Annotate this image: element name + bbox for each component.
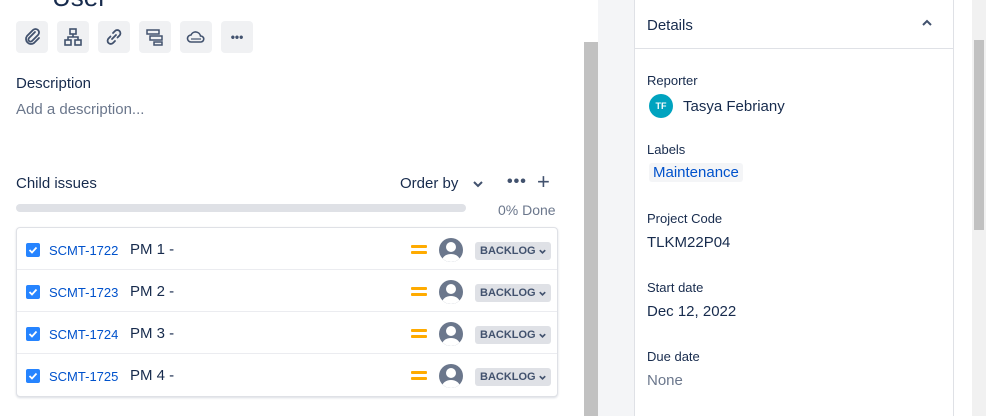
status-label: BACKLOG: [480, 287, 536, 299]
cloud-button[interactable]: [180, 21, 212, 53]
progress-text: 0% Done: [498, 202, 556, 218]
issue-summary[interactable]: PM 1 -: [130, 241, 174, 258]
roadmap-icon: [146, 29, 163, 46]
priority-medium-icon: [411, 287, 427, 299]
status-dropdown[interactable]: BACKLOG: [475, 284, 551, 302]
hierarchy-icon: [64, 28, 82, 46]
add-child-issue-button[interactable]: [57, 21, 89, 53]
reporter-label: Reporter: [647, 73, 698, 88]
assignee-avatar[interactable]: [439, 238, 463, 262]
attach-button[interactable]: [16, 21, 48, 53]
child-issues-label: Child issues: [16, 175, 97, 192]
issue-key-link[interactable]: SCMT-1724: [49, 327, 118, 342]
chevron-up-icon[interactable]: [921, 17, 933, 29]
chevron-down-icon: [538, 333, 546, 338]
order-by-dropdown[interactable]: Order by: [400, 175, 484, 192]
assignee-avatar[interactable]: [439, 322, 463, 346]
details-header[interactable]: Details: [635, 0, 953, 49]
details-panel: Details Reporter TF Tasya Febriany Label…: [634, 0, 954, 416]
status-label: BACKLOG: [480, 371, 536, 383]
priority-medium-icon: [411, 329, 427, 341]
priority-medium-icon: [411, 371, 427, 383]
table-row[interactable]: SCMT-1725 PM 4 - BACKLOG: [17, 354, 557, 395]
issue-type-checkbox: [26, 369, 40, 383]
issue-type-checkbox: [26, 327, 40, 341]
table-row[interactable]: SCMT-1722 PM 1 - BACKLOG: [17, 228, 557, 270]
child-issues-progress-bar: [16, 204, 466, 212]
status-dropdown[interactable]: BACKLOG: [475, 326, 551, 344]
attachment-icon: [25, 28, 40, 45]
table-row[interactable]: SCMT-1724 PM 3 - BACKLOG: [17, 312, 557, 354]
child-issues-list: SCMT-1722 PM 1 - BACKLOG SCMT-1723 PM 2 …: [16, 227, 558, 397]
details-scrollbar-thumb[interactable]: [974, 40, 984, 230]
check-icon: [28, 372, 38, 380]
window-edge: [986, 0, 999, 416]
more-icon: •••: [230, 30, 244, 44]
priority-medium-icon: [411, 245, 427, 257]
labels-label: Labels: [647, 142, 686, 157]
main-scrollbar[interactable]: [584, 0, 598, 416]
chevron-down-icon: [538, 291, 546, 296]
link-icon: [106, 29, 122, 45]
issue-summary[interactable]: PM 3 -: [130, 325, 174, 342]
chevron-down-icon: [538, 375, 546, 380]
check-icon: [28, 330, 38, 338]
start-date-label: Start date: [647, 280, 704, 295]
chevron-down-icon: [538, 249, 546, 254]
details-title: Details: [647, 17, 693, 34]
issue-key-link[interactable]: SCMT-1723: [49, 285, 118, 300]
main-scrollbar-thumb[interactable]: [584, 42, 598, 416]
panel-gutter: [598, 0, 634, 416]
project-code-label: Project Code: [647, 211, 723, 226]
check-icon: [28, 246, 38, 254]
roadmap-button[interactable]: [139, 21, 171, 53]
check-icon: [28, 288, 38, 296]
project-code-value[interactable]: TLKM22P04: [647, 234, 730, 251]
issue-key-link[interactable]: SCMT-1725: [49, 369, 118, 384]
more-actions-button[interactable]: •••: [221, 21, 253, 53]
status-dropdown[interactable]: BACKLOG: [475, 242, 551, 260]
order-by-label: Order by: [400, 175, 459, 192]
due-date-value[interactable]: None: [647, 372, 683, 389]
issue-summary[interactable]: PM 2 -: [130, 283, 174, 300]
due-date-label: Due date: [647, 349, 700, 364]
issue-key-link[interactable]: SCMT-1722: [49, 243, 118, 258]
assignee-avatar[interactable]: [439, 364, 463, 388]
avatar: TF: [649, 94, 673, 118]
table-row[interactable]: SCMT-1723 PM 2 - BACKLOG: [17, 270, 557, 312]
reporter-field[interactable]: TF Tasya Febriany: [649, 94, 785, 118]
issue-main-panel: User ••• Description Add a description..…: [0, 0, 584, 416]
assignee-avatar[interactable]: [439, 280, 463, 304]
issue-type-checkbox: [26, 243, 40, 257]
issue-summary[interactable]: PM 4 -: [130, 367, 174, 384]
label-tag[interactable]: Maintenance: [649, 163, 743, 182]
add-child-issue-plus-button[interactable]: +: [537, 171, 550, 193]
description-label: Description: [16, 75, 92, 92]
link-issue-button[interactable]: [98, 21, 130, 53]
status-dropdown[interactable]: BACKLOG: [475, 368, 551, 386]
description-input[interactable]: Add a description...: [16, 101, 144, 118]
issue-title[interactable]: User: [52, 0, 107, 13]
start-date-value[interactable]: Dec 12, 2022: [647, 303, 736, 320]
issue-type-checkbox: [26, 285, 40, 299]
chevron-down-icon: [473, 180, 484, 187]
child-issues-more-button[interactable]: •••: [507, 173, 527, 191]
issue-toolbar: •••: [16, 21, 253, 53]
status-label: BACKLOG: [480, 329, 536, 341]
cloud-icon: [186, 31, 205, 43]
details-scrollbar[interactable]: [972, 0, 986, 416]
reporter-name: Tasya Febriany: [683, 97, 785, 115]
status-label: BACKLOG: [480, 245, 536, 257]
